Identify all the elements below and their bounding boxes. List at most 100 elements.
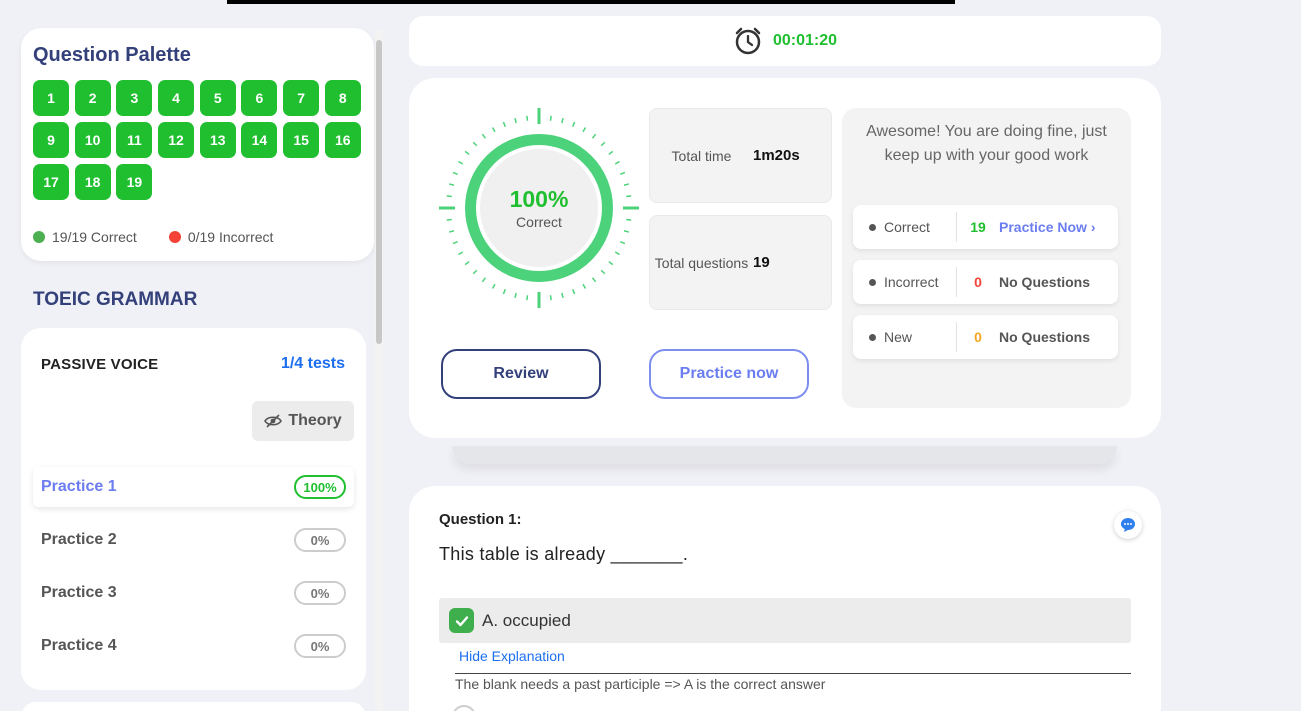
question-number-button[interactable]: 17 — [33, 164, 69, 200]
summary-row-incorrect: Incorrect 0 No Questions — [853, 260, 1118, 304]
legend-incorrect-label: 0/19 Incorrect — [187, 229, 274, 245]
summary-row-name: Correct — [853, 212, 957, 242]
question-number-button[interactable]: 15 — [283, 122, 320, 158]
practice-label: Practice 3 — [41, 584, 117, 601]
question-number-button[interactable]: 14 — [241, 122, 278, 158]
theory-label: Theory — [288, 412, 342, 429]
practice-item-3[interactable]: Practice 3 0% — [33, 573, 354, 613]
answer-option-a[interactable]: A. occupied — [439, 598, 1131, 643]
summary-row-correct: Correct 19 Practice Now › — [853, 205, 1118, 249]
summary-panel: Awesome! You are doing fine, just keep u… — [842, 108, 1131, 408]
question-number-button[interactable]: 12 — [158, 122, 195, 158]
summary-row-label: Correct — [884, 219, 930, 235]
practice-score-badge: 0% — [294, 634, 346, 658]
comment-button[interactable] — [1114, 511, 1142, 539]
practice-item-2[interactable]: Practice 2 0% — [33, 520, 354, 560]
summary-row-action: No Questions — [999, 329, 1091, 345]
question-number-button[interactable]: 19 — [116, 164, 153, 200]
summary-row-count: 0 — [974, 329, 982, 345]
answer-option-b-radio[interactable] — [452, 705, 476, 711]
topic-card: PASSIVE VOICE 1/4 tests Theory Practice … — [21, 328, 366, 690]
question-card: Question 1: This table is already ______… — [409, 486, 1161, 711]
question-number-button[interactable]: 8 — [324, 80, 361, 116]
total-questions-box: Total questions 19 — [649, 215, 832, 310]
summary-row-label: Incorrect — [884, 274, 939, 290]
results-card: 100% Correct Total time 1m20s Total ques… — [409, 78, 1161, 438]
question-number: Question 1: — [439, 511, 522, 528]
practice-label: Practice 1 — [41, 478, 117, 495]
total-time-value: 1m20s — [753, 147, 800, 164]
practice-label: Practice 2 — [41, 531, 117, 548]
explanation-text: The blank needs a past participle => A i… — [455, 676, 826, 692]
legend-correct: 19/19 Correct — [33, 229, 137, 245]
summary-row-count: 0 — [974, 274, 982, 290]
answer-text: A. occupied — [482, 610, 571, 630]
total-questions-value: 19 — [753, 254, 770, 271]
top-bar — [227, 0, 955, 4]
eye-slash-icon — [264, 414, 283, 428]
chat-bubble-icon — [1121, 518, 1135, 532]
score-sublabel: Correct — [516, 214, 562, 230]
results-card-shadow — [452, 446, 1117, 464]
explanation-divider — [455, 673, 1131, 674]
question-number-button[interactable]: 4 — [158, 80, 195, 116]
question-number-button[interactable]: 1 — [33, 80, 69, 116]
question-number-button[interactable]: 6 — [241, 80, 278, 116]
bullet-icon — [869, 278, 876, 286]
red-dot-icon — [168, 231, 181, 243]
question-text: This table is already _______. — [439, 544, 689, 564]
sidebar-scrollbar[interactable] — [375, 30, 383, 711]
legend-correct-label: 19/19 Correct — [52, 229, 137, 245]
topic-name: PASSIVE VOICE — [41, 356, 159, 373]
question-number-button[interactable]: 10 — [74, 122, 111, 158]
practice-now-button[interactable]: Practice now — [649, 349, 809, 399]
question-number-button[interactable]: 7 — [283, 80, 320, 116]
question-number-button[interactable]: 3 — [116, 80, 153, 116]
legend-incorrect: 0/19 Incorrect — [168, 229, 274, 245]
palette-legend: 19/19 Correct 0/19 Incorrect — [33, 229, 273, 245]
summary-row-count: 19 — [970, 219, 986, 235]
score-percent: 100% — [509, 186, 569, 212]
practice-label: Practice 4 — [41, 637, 117, 654]
palette-title: Question Palette — [33, 44, 191, 66]
gauge-label: 100% Correct — [439, 108, 639, 308]
timer-value: 00:01:20 — [772, 32, 838, 49]
question-number-button[interactable]: 16 — [324, 122, 361, 158]
timer-bar: 00:01:20 — [409, 16, 1161, 66]
summary-message: Awesome! You are doing fine, just keep u… — [866, 123, 1107, 164]
question-number-button[interactable]: 5 — [199, 80, 236, 116]
total-time-label: Total time — [671, 147, 732, 164]
summary-row-new: New 0 No Questions — [853, 315, 1118, 359]
alarm-clock-icon — [735, 27, 761, 55]
bullet-icon — [869, 223, 876, 231]
summary-row-name: Incorrect — [853, 267, 957, 297]
scrollbar-thumb[interactable] — [376, 40, 382, 344]
question-number-button[interactable]: 2 — [74, 80, 111, 116]
total-questions-label: Total questions — [654, 254, 749, 271]
question-number-button[interactable]: 13 — [199, 122, 236, 158]
practice-score-badge: 0% — [294, 581, 346, 605]
bullet-icon — [869, 333, 876, 341]
topic-test-count[interactable]: 1/4 tests — [281, 355, 345, 373]
practice-item-1[interactable]: Practice 1 100% — [33, 467, 354, 507]
practice-item-4[interactable]: Practice 4 0% — [33, 626, 354, 666]
question-grid: 1 2 3 4 5 6 7 8 9 10 11 12 13 14 15 16 17 18 19 — [33, 80, 365, 200]
check-icon — [449, 608, 474, 633]
question-number-button[interactable]: 9 — [33, 122, 69, 158]
total-time-box: Total time 1m20s — [649, 108, 832, 203]
summary-row-name: New — [853, 322, 957, 352]
question-number-button[interactable]: 11 — [116, 122, 153, 158]
practice-score-badge: 0% — [294, 528, 346, 552]
section-title: TOEIC GRAMMAR — [33, 289, 198, 310]
review-button[interactable]: Review — [441, 349, 601, 399]
green-dot-icon — [33, 231, 45, 243]
practice-now-link[interactable]: Practice Now › — [999, 219, 1095, 235]
theory-button[interactable]: Theory — [252, 401, 354, 441]
summary-row-action: No Questions — [999, 274, 1091, 290]
question-palette: Question Palette 1 2 3 4 5 6 7 8 9 10 11 12 13 14 15 16… — [21, 28, 374, 261]
next-topic-card — [21, 702, 366, 711]
hide-explanation-link[interactable]: Hide Explanation — [459, 648, 565, 664]
practice-score-badge: 100% — [294, 475, 346, 499]
summary-row-label: New — [884, 329, 913, 345]
question-number-button[interactable]: 18 — [74, 164, 111, 200]
